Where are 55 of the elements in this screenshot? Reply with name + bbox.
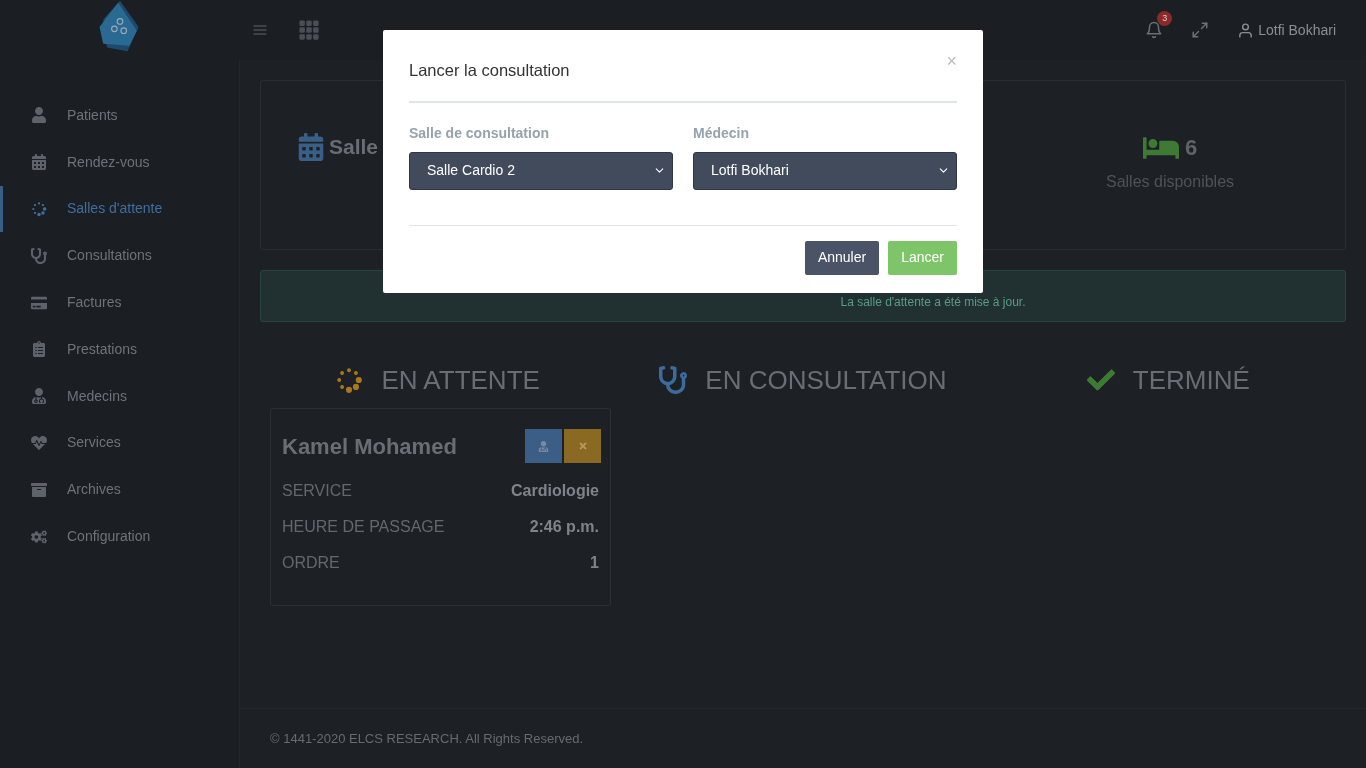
patient-name: Kamel Mohamed	[282, 432, 457, 461]
doctor-icon	[538, 440, 549, 452]
footer-copyright: © 1441-2020 ELCS RESEARCH. All Rights Reserved.	[270, 729, 584, 748]
field-label: Salle de consultation	[409, 123, 551, 143]
column-title: EN ATTENTE	[381, 363, 540, 397]
sidebar-item[interactable]: Patients	[0, 92, 239, 139]
launch-button[interactable]: Lancer	[888, 240, 957, 275]
field-label: ORDRE	[282, 553, 340, 573]
calendar-icon	[297, 132, 325, 161]
gears-icon	[31, 528, 47, 545]
stethoscope-icon	[659, 366, 688, 394]
stethoscope-icon	[31, 247, 47, 264]
notification-count: 3	[1157, 11, 1173, 26]
select-field[interactable]: Salle Cardio 2	[409, 151, 673, 190]
sidebar-item[interactable]: Archives	[0, 466, 239, 514]
credit-card-icon	[31, 294, 47, 311]
clipboard-icon	[31, 341, 47, 358]
sidebar-item[interactable]: Salles d'attente	[0, 185, 239, 233]
archive-box-icon	[31, 481, 47, 498]
field-label: SERVICE	[282, 481, 352, 501]
notifications-button[interactable]	[1145, 21, 1164, 39]
calendar-icon	[31, 154, 47, 171]
close-button[interactable]: ×	[946, 52, 957, 70]
column-title: EN CONSULTATION	[705, 363, 947, 397]
modal-title: Lancer la consultation	[409, 60, 570, 81]
fullscreen-button[interactable]	[1191, 21, 1210, 39]
assign-doctor-button[interactable]	[525, 429, 562, 463]
user-icon	[1237, 21, 1255, 39]
dotted-circle-icon	[335, 366, 364, 394]
sidebar-item[interactable]: Services	[0, 419, 239, 467]
sidebar-item[interactable]: Medecins	[0, 372, 239, 420]
cancel-button[interactable]: Annuler	[804, 240, 880, 275]
user-menu[interactable]: Lotfi Bokhari	[1237, 19, 1336, 41]
select-field[interactable]: Lotfi Bokhari	[693, 151, 957, 190]
sidebar-item[interactable]: Configuration	[0, 513, 239, 560]
sidebar-item[interactable]: Rendez-vous	[0, 138, 239, 186]
menu-button[interactable]	[252, 22, 268, 38]
sidebar-item[interactable]: Prestations	[0, 326, 239, 373]
field-label: HEURE DE PASSAGE	[282, 517, 445, 537]
close-button[interactable]	[564, 429, 601, 463]
field-value: Cardiologie	[511, 481, 599, 501]
sidebar-item[interactable]: Factures	[0, 279, 239, 326]
dotted-circle-icon	[31, 201, 47, 217]
field-label: Médecin	[693, 123, 750, 143]
person-icon	[31, 107, 47, 124]
stat-value: Salle	[329, 134, 379, 160]
column-title: TERMINÉ	[1132, 363, 1250, 397]
field-value: 2:46 p.m.	[529, 517, 599, 537]
close-icon	[577, 441, 588, 451]
doctor-icon	[31, 388, 47, 405]
field-value: 1	[590, 553, 599, 573]
apps-grid-button[interactable]	[298, 19, 320, 41]
stat-value: 6	[1184, 134, 1198, 162]
heartbeat-icon	[31, 434, 47, 451]
sidebar-item[interactable]: Consultations	[0, 232, 239, 280]
